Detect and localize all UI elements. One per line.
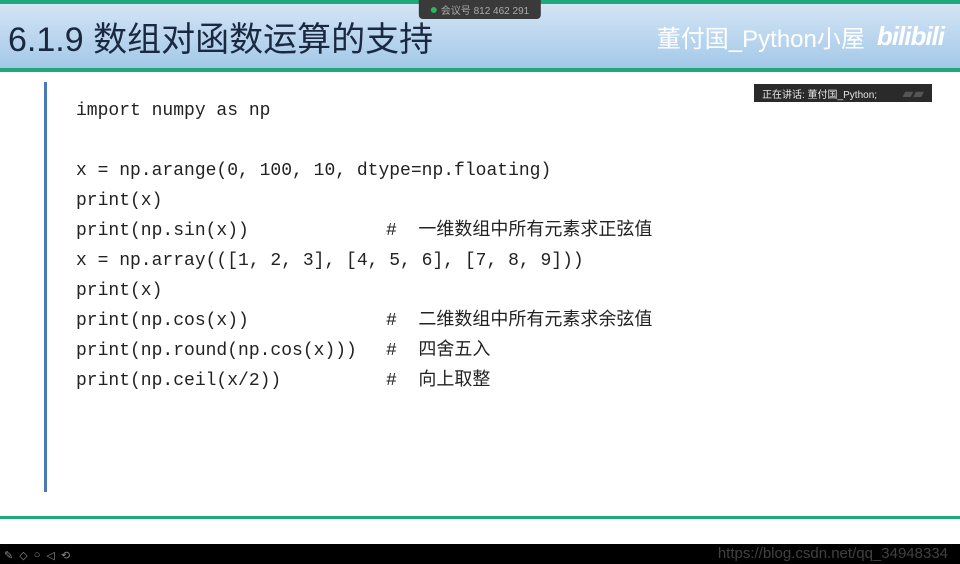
circle-icon[interactable]: ○: [34, 549, 41, 562]
recording-dot-icon: [431, 7, 437, 13]
slide-footer-border: [0, 516, 960, 544]
speaker-icon: ▰▰: [902, 85, 924, 102]
code-comment: # 一维数组中所有元素求正弦值: [386, 216, 652, 246]
speaker-label: 正在讲话: 董付国_Python;: [762, 86, 877, 101]
bilibili-logo: bilibili: [877, 21, 944, 52]
meeting-id-label: 会议号 812 462 291: [441, 2, 529, 17]
code-line: x = np.array(([1, 2, 3], [4, 5, 6], [7, …: [76, 246, 960, 276]
code-text: x = np.array(([1, 2, 3], [4, 5, 6], [7, …: [76, 246, 584, 276]
meeting-id-bar: 会议号 812 462 291: [419, 0, 541, 19]
code-line: print(x): [76, 186, 960, 216]
watermark: https://blog.csdn.net/qq_34948334: [718, 545, 948, 562]
code-comment: # 四舍五入: [386, 336, 490, 366]
pencil-icon[interactable]: ✎: [4, 549, 13, 562]
code-line: [76, 126, 960, 156]
code-line: print(np.cos(x))# 二维数组中所有元素求余弦值: [76, 306, 960, 336]
code-line: print(np.sin(x))# 一维数组中所有元素求正弦值: [76, 216, 960, 246]
slide-content: import numpy as np x = np.arange(0, 100,…: [0, 72, 960, 516]
code-line: print(x): [76, 276, 960, 306]
code-text: [76, 126, 386, 156]
author-label: 董付国_Python小屋: [657, 19, 865, 54]
bottom-toolbar: ✎ ◇ ○ ◁ ⟲: [4, 549, 70, 562]
code-line: print(np.round(np.cos(x)))# 四舍五入: [76, 336, 960, 366]
triangle-icon[interactable]: ◁: [46, 549, 54, 562]
code-text: print(x): [76, 186, 386, 216]
code-text: print(x): [76, 276, 386, 306]
header-right: 董付国_Python小屋 bilibili: [657, 19, 944, 54]
diamond-icon[interactable]: ◇: [19, 549, 27, 562]
speaker-overlay: 正在讲话: 董付国_Python; ▰▰: [754, 84, 932, 102]
code-text: print(np.ceil(x/2)): [76, 366, 386, 396]
code-comment: # 向上取整: [386, 366, 490, 396]
code-text: print(np.cos(x)): [76, 306, 386, 336]
vertical-accent-line: [44, 82, 47, 492]
code-block: import numpy as np x = np.arange(0, 100,…: [76, 96, 960, 396]
code-text: import numpy as np: [76, 96, 386, 126]
code-text: print(np.sin(x)): [76, 216, 386, 246]
code-line: print(np.ceil(x/2))# 向上取整: [76, 366, 960, 396]
code-comment: # 二维数组中所有元素求余弦值: [386, 306, 652, 336]
slide-title: 6.1.9 数组对函数运算的支持: [8, 12, 433, 61]
undo-icon[interactable]: ⟲: [61, 549, 70, 562]
code-text: print(np.round(np.cos(x))): [76, 336, 386, 366]
code-line: x = np.arange(0, 100, 10, dtype=np.float…: [76, 156, 960, 186]
code-text: x = np.arange(0, 100, 10, dtype=np.float…: [76, 156, 551, 186]
slide-container: 6.1.9 数组对函数运算的支持 董付国_Python小屋 bilibili 正…: [0, 0, 960, 544]
